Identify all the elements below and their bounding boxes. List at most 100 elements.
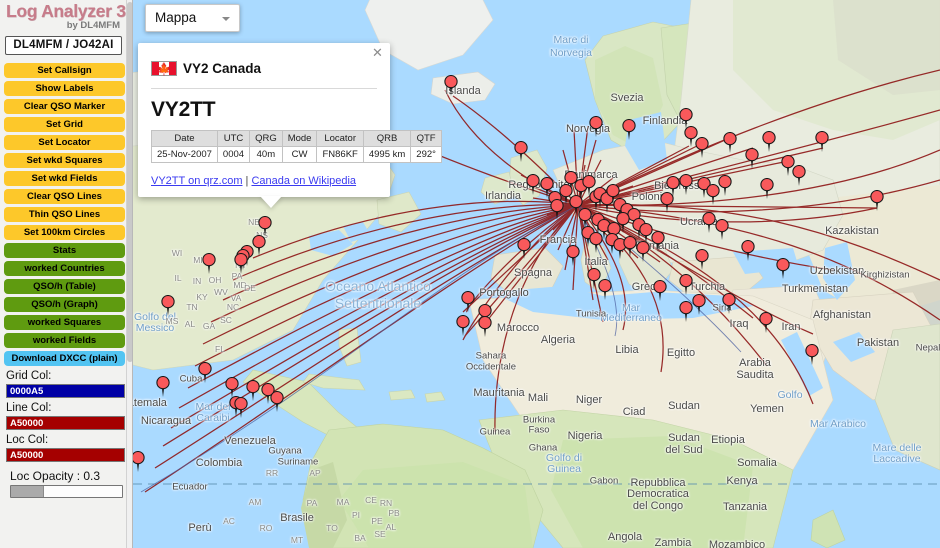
info-window-links: VY2TT on qrz.com | Canada on Wikipedia [151,175,377,187]
qso-marker-pin[interactable] [202,252,216,274]
sidebar-button-set-100km-circles[interactable]: Set 100km Circles [4,225,125,240]
qso-marker-pin[interactable] [623,235,637,257]
table-cell: 4995 km [362,146,412,163]
control-sidebar[interactable]: Log Analyzer 3.2 by DL4MFM DL4MFM / JO42… [0,0,133,548]
table-cell: 292° [410,146,442,163]
qso-marker-pin[interactable] [679,300,693,322]
sidebar-button-show-labels[interactable]: Show Labels [4,81,125,96]
qso-marker-pin[interactable] [745,147,759,169]
qso-marker-pin[interactable] [760,177,774,199]
qso-marker-pin[interactable] [722,292,736,314]
qso-marker-pin[interactable] [161,294,175,316]
qso-marker-pin[interactable] [741,239,755,261]
qso-marker-pin[interactable] [270,390,284,412]
sidebar-button-set-grid[interactable]: Set Grid [4,117,125,132]
sidebar-button-qso-h-graph[interactable]: QSO/h (Graph) [4,297,125,312]
qso-info-window[interactable]: ✕ 🍁 VY2 Canada VY2TT Date UTC QRG Mode Locat… [138,43,442,208]
sidebar-button-clear-qso-lines[interactable]: Clear QSO Lines [4,189,125,204]
sidebar-button-set-wkd-fields[interactable]: Set wkd Fields [4,171,125,186]
qso-marker-pin[interactable] [762,130,776,152]
sidebar-scrollbar[interactable] [126,0,132,548]
qso-marker-pin[interactable] [805,343,819,365]
qso-marker-pin[interactable] [679,173,693,195]
sidebar-button-thin-qso-lines[interactable]: Thin QSO Lines [4,207,125,222]
qso-marker-pin[interactable] [589,231,603,253]
qso-marker-pin[interactable] [692,293,706,315]
qso-marker-pin[interactable] [702,211,716,233]
qso-marker-pin[interactable] [252,234,266,256]
callsign-heading: VY2TT [151,98,216,121]
qso-marker-pin[interactable] [258,215,272,237]
qso-marker-pin[interactable] [598,278,612,300]
qso-marker-pin[interactable] [456,314,470,336]
qso-marker-pin[interactable] [718,174,732,196]
callsign-locator-field[interactable]: DL4MFM / JO42AI [5,36,122,55]
qso-marker-pin[interactable] [589,115,603,137]
table-header-cell: QRB [362,130,412,147]
qso-marker-pin[interactable] [695,136,709,158]
qrz-link[interactable]: VY2TT on qrz.com [151,175,243,187]
qso-marker-pin[interactable] [651,230,665,252]
sidebar-button-set-wkd-squares[interactable]: Set wkd Squares [4,153,125,168]
qso-marker-pin[interactable] [156,375,170,397]
qso-marker-pin[interactable] [234,252,248,274]
map-type-dropdown[interactable]: Mappa [145,4,240,32]
sidebar-button-worked-countries[interactable]: worked Countries [4,261,125,276]
color-settings[interactable]: Grid Col: 0000A5 Line Col: A50000 Loc Col: A5… [4,370,125,462]
qso-marker-pin[interactable] [225,376,239,398]
qso-marker-pin[interactable] [666,175,680,197]
sidebar-button-worked-squares[interactable]: worked Squares [4,315,125,330]
qso-marker-pin[interactable] [723,131,737,153]
sidebar-button-stats[interactable]: Stats [4,243,125,258]
sidebar-button-list[interactable]: Set Callsign Show Labels Clear QSO Marker S… [4,63,125,366]
table-header-cell: QRG [249,130,283,147]
qso-marker-pin[interactable] [622,118,636,140]
sidebar-button-download-dxcc-plain[interactable]: Download DXCC (plain) [4,351,125,366]
sidebar-scrollbar-thumb[interactable] [127,2,132,362]
qso-marker-pin[interactable] [526,173,540,195]
qso-marker-pin[interactable] [759,311,773,333]
color-input-0[interactable]: 0000A5 [6,384,125,398]
qso-marker-pin[interactable] [616,211,630,233]
sidebar-button-clear-qso-marker[interactable]: Clear QSO Marker [4,99,125,114]
qso-marker-pin[interactable] [679,273,693,295]
loc-opacity-slider-fill [11,486,45,497]
qso-table: Date UTC QRG Mode Locator QRB QTF 25-Nov-2007 0… [151,130,442,163]
qso-marker-pin[interactable] [478,315,492,337]
qso-marker-pin[interactable] [550,198,564,220]
table-header-cell: QTF [410,130,442,147]
color-input-1[interactable]: A50000 [6,416,125,430]
wikipedia-link[interactable]: Canada on Wikipedia [251,175,356,187]
qso-marker-pin[interactable] [695,248,709,270]
table-body: 25-Nov-2007 0004 40m CW FN86KF 4995 km 292° [151,146,442,163]
qso-marker-pin[interactable] [815,130,829,152]
sidebar-button-qso-h-table[interactable]: QSO/h (Table) [4,279,125,294]
table-cell: 25-Nov-2007 [151,146,218,163]
divider [151,88,377,89]
qso-marker-pin[interactable] [636,240,650,262]
qso-marker-pin[interactable] [870,189,884,211]
canada-flag-icon: 🍁 [151,61,177,76]
loc-opacity-slider[interactable] [10,485,123,498]
qso-marker-pin[interactable] [792,164,806,186]
qso-marker-pin[interactable] [517,237,531,259]
app-author: by DL4MFM [66,20,120,31]
qso-marker-pin[interactable] [198,361,212,383]
color-input-2[interactable]: A50000 [6,448,125,462]
qso-marker-pin[interactable] [444,74,458,96]
qso-marker-pin[interactable] [133,450,145,472]
qso-marker-pin[interactable] [514,140,528,162]
qso-marker-pin[interactable] [566,244,580,266]
qso-marker-pin[interactable] [461,290,475,312]
close-icon[interactable]: ✕ [371,46,384,59]
qso-marker-pin[interactable] [246,379,260,401]
qso-marker-pin[interactable] [234,396,248,418]
sidebar-button-set-locator[interactable]: Set Locator [4,135,125,150]
qso-marker-pin[interactable] [776,257,790,279]
sidebar-button-worked-fields[interactable]: worked Fields [4,333,125,348]
qso-marker-pin[interactable] [715,218,729,240]
map-type-label: Mappa [155,10,197,25]
qso-marker-pin[interactable] [653,279,667,301]
sidebar-button-set-callsign[interactable]: Set Callsign [4,63,125,78]
chevron-down-icon [222,17,230,21]
